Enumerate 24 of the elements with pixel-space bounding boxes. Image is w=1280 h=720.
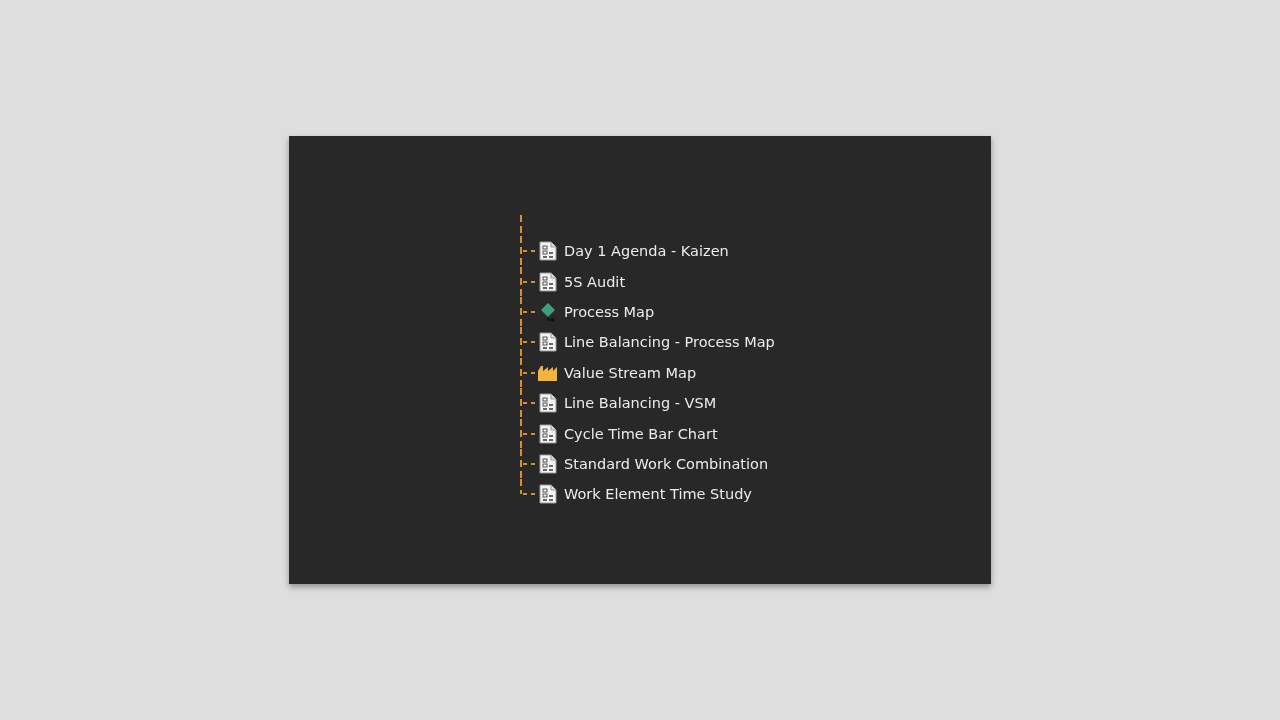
document-icon bbox=[539, 271, 557, 292]
tree-item[interactable]: Process Map bbox=[564, 303, 655, 320]
tree-item[interactable]: Day 1 Agenda - Kaizen bbox=[564, 243, 729, 260]
tree-item[interactable]: Value Stream Map bbox=[564, 364, 697, 381]
tree-item[interactable]: 5S Audit bbox=[564, 273, 626, 290]
document-icon bbox=[539, 393, 557, 414]
tree-item[interactable]: Work Element Time Study bbox=[564, 486, 752, 503]
document-icon bbox=[539, 332, 557, 353]
tree-line bbox=[519, 388, 537, 419]
document-icon bbox=[539, 241, 557, 262]
tree-line bbox=[519, 418, 537, 449]
document-icon bbox=[539, 453, 557, 474]
document-icon bbox=[539, 484, 557, 505]
tree-line bbox=[519, 327, 537, 358]
tree-line bbox=[519, 296, 537, 327]
document-icon bbox=[539, 423, 557, 444]
tree-item[interactable]: Standard Work Combination bbox=[564, 455, 769, 472]
tree-item[interactable]: Line Balancing - Process Map bbox=[564, 334, 775, 351]
tree-line bbox=[519, 357, 537, 388]
tree-item[interactable]: Line Balancing - VSM bbox=[564, 395, 717, 412]
diamond-icon bbox=[539, 301, 557, 322]
tree-line bbox=[519, 266, 537, 297]
tree-item[interactable]: Cycle Time Bar Chart bbox=[564, 425, 718, 442]
factory-icon bbox=[537, 363, 558, 382]
